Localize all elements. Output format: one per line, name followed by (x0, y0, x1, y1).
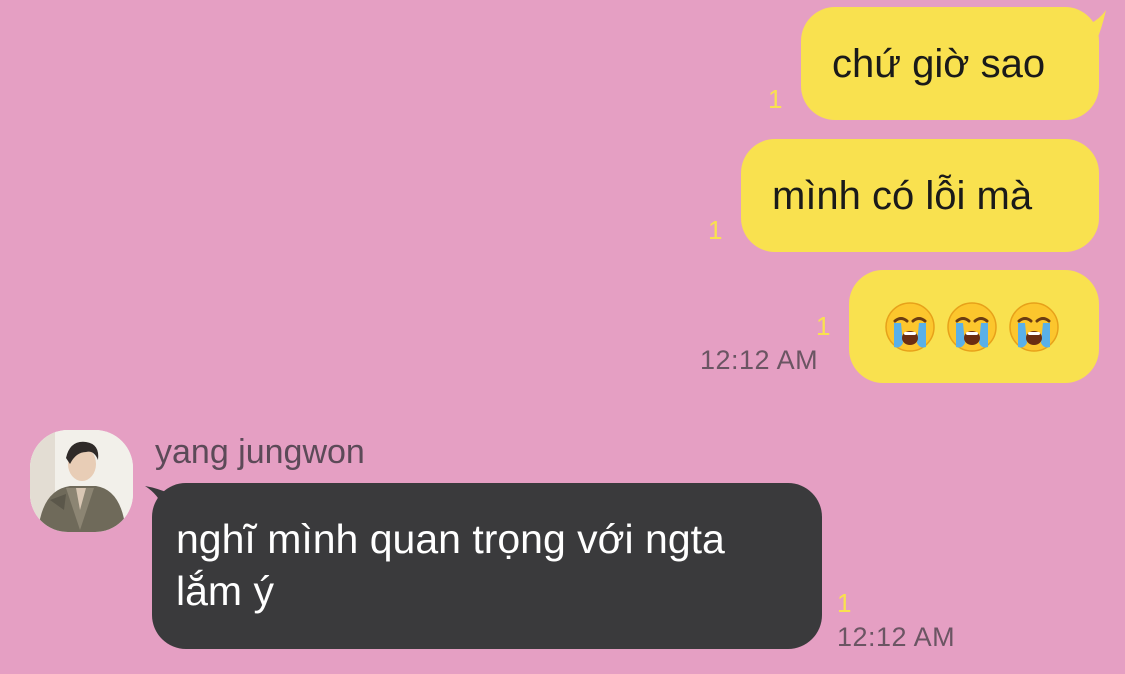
message-text: chứ giờ sao (832, 41, 1046, 86)
loudly-crying-face-icon (885, 301, 935, 352)
message-text: mình có lỗi mà (772, 173, 1033, 218)
message-text-line: nghĩ mình quan trọng với ngta (176, 516, 725, 562)
sent-message-bubble[interactable]: chứ giờ sao (801, 7, 1099, 120)
sent-emoji-bubble[interactable] (849, 270, 1099, 383)
loudly-crying-face-icon (1009, 301, 1059, 352)
message-timestamp: 12:12 AM (837, 622, 956, 652)
sender-name: yang jungwon (155, 433, 365, 471)
avatar[interactable] (30, 430, 133, 532)
bubble-tail (1080, 10, 1106, 42)
unread-count: 1 (837, 588, 852, 618)
received-message-bubble[interactable]: nghĩ mình quan trọng với ngta lắm ý (152, 483, 822, 649)
message-timestamp: 12:12 AM (700, 345, 819, 375)
unread-count: 1 (708, 215, 723, 245)
profile-photo (30, 430, 133, 532)
message-text-line: lắm ý (176, 568, 274, 614)
unread-count: 1 (816, 311, 831, 341)
loudly-crying-face-icon (947, 301, 997, 352)
sent-message-bubble[interactable]: mình có lỗi mà (741, 139, 1099, 252)
unread-count: 1 (768, 84, 783, 114)
